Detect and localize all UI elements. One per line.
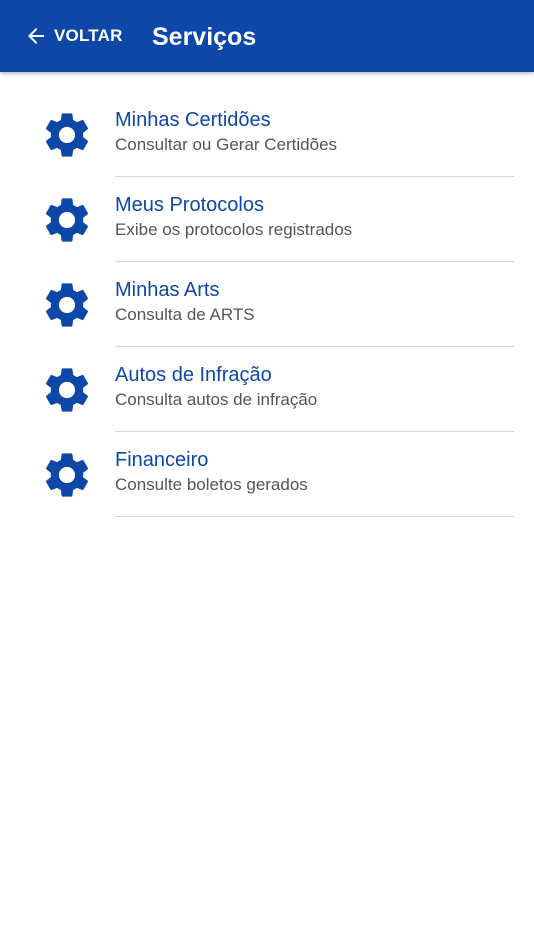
item-text: Autos de Infração Consulta autos de infr… [115,362,514,411]
service-item-autos-infracao[interactable]: Autos de Infração Consulta autos de infr… [0,347,534,432]
services-list: Minhas Certidões Consultar ou Gerar Cert… [0,92,534,517]
item-subtitle: Exibe os protocolos registrados [115,220,353,239]
arrow-left-icon [28,28,44,44]
divider [115,516,514,517]
item-text: Minhas Certidões Consultar ou Gerar Cert… [115,107,514,156]
item-subtitle: Consulta autos de infração [115,390,318,409]
gear-icon [45,283,89,327]
item-subtitle: Consultar ou Gerar Certidões [115,135,338,154]
gear-icon [45,453,89,497]
item-subtitle: Consulta de ARTS [115,305,255,324]
item-title: Minhas Certidões [115,109,271,131]
service-item-protocolos[interactable]: Meus Protocolos Exibe os protocolos regi… [0,177,534,262]
item-text: Financeiro Consulte boletos gerados [115,447,514,496]
app-screen: VOLTAR Serviços Minhas Certidões Consult… [0,0,534,950]
gear-icon [45,368,89,412]
item-title: Meus Protocolos [115,194,264,216]
app-header: VOLTAR Serviços [0,0,534,72]
back-label: VOLTAR [54,26,123,45]
item-title: Minhas Arts [115,279,220,301]
item-text: Minhas Arts Consulta de ARTS [115,277,514,326]
service-item-financeiro[interactable]: Financeiro Consulte boletos gerados [0,432,534,517]
item-title: Financeiro [115,449,209,471]
gear-icon [45,113,89,157]
item-subtitle: Consulte boletos gerados [115,475,308,494]
item-text: Meus Protocolos Exibe os protocolos regi… [115,192,514,241]
service-item-arts[interactable]: Minhas Arts Consulta de ARTS [0,262,534,347]
gear-icon [45,198,89,242]
service-item-certidoes[interactable]: Minhas Certidões Consultar ou Gerar Cert… [0,92,534,177]
item-title: Autos de Infração [115,364,272,386]
page-title: Serviços [152,23,257,51]
back-button[interactable]: VOLTAR [24,20,123,52]
